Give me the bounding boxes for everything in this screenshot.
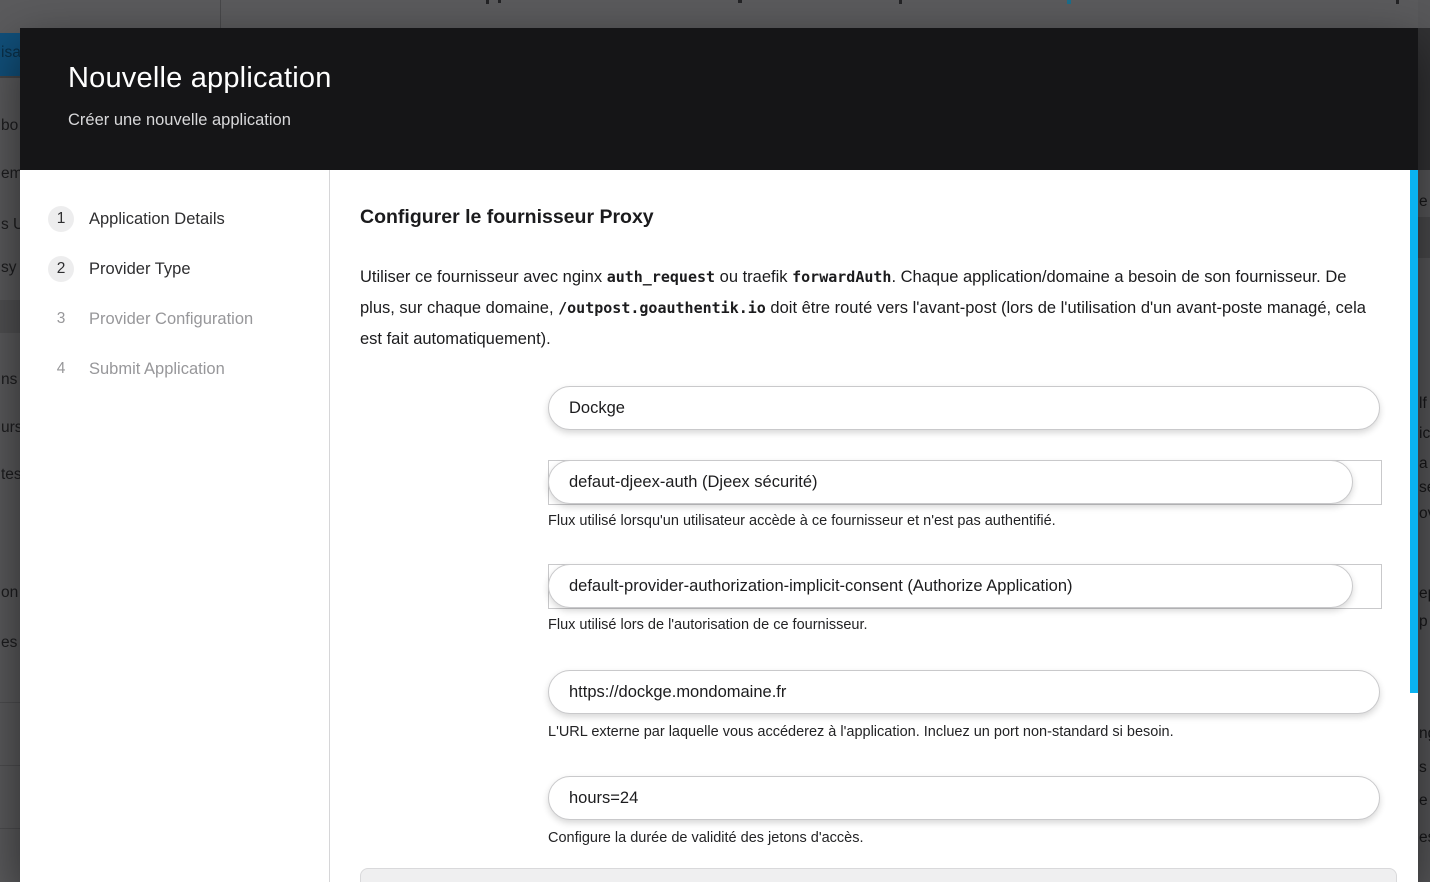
form-group-name xyxy=(548,386,1382,430)
new-application-wizard-modal: Nouvelle application Créer une nouvelle … xyxy=(20,28,1418,882)
authorization-flow-select[interactable] xyxy=(548,564,1382,609)
background-overlay-top xyxy=(0,0,1430,28)
background-divider xyxy=(220,0,221,28)
background-text-fragment: lf xyxy=(1419,395,1427,413)
background-text-fragment: ic xyxy=(1419,425,1430,443)
background-text-fragment xyxy=(1396,0,1399,4)
token-validity-help: Configure la durée de validité des jeton… xyxy=(548,830,1382,847)
code-forward-auth: forwardAuth xyxy=(792,268,891,286)
background-shadow-zone xyxy=(1418,28,1430,170)
background-text-fragment: e y xyxy=(1419,792,1430,810)
modal-body: 1 Application Details 2 Provider Type 3 … xyxy=(20,170,1418,882)
background-text-fragment xyxy=(899,0,902,4)
background-row xyxy=(0,300,20,333)
wizard-step-content: Configurer le fournisseur Proxy Utiliser… xyxy=(360,170,1405,882)
modal-title: Nouvelle application xyxy=(68,62,1390,95)
provider-name-input[interactable] xyxy=(548,386,1380,430)
background-text-fragment: p xyxy=(1419,613,1428,631)
step-number: 2 xyxy=(48,256,74,282)
form-group-external-host: L'URL externe par laquelle vous accédere… xyxy=(548,670,1382,741)
background-divider xyxy=(0,765,20,766)
background-text-fragment: tes xyxy=(1,466,20,484)
form-group-token-validity: Configure la durée de validité des jeton… xyxy=(548,776,1382,847)
wizard-step-application-details[interactable]: 1 Application Details xyxy=(48,194,329,244)
background-text-fragment: es xyxy=(1,634,17,652)
authentication-flow-help: Flux utilisé lorsqu'un utilisateur accèd… xyxy=(548,513,1382,530)
modal-header: Nouvelle application Créer une nouvelle … xyxy=(20,28,1418,170)
form-group-authentication-flow: Flux utilisé lorsqu'un utilisateur accèd… xyxy=(548,460,1382,530)
background-divider xyxy=(0,702,20,703)
code-outpost-path: /outpost.goauthentik.io xyxy=(558,299,766,317)
provider-config-form: Flux utilisé lorsqu'un utilisateur accèd… xyxy=(548,386,1382,847)
background-text-fragment: e r xyxy=(1419,193,1430,211)
external-host-help: L'URL externe par laquelle vous accédere… xyxy=(548,724,1382,741)
background-text-fragment: se xyxy=(1419,479,1430,497)
step-label: Provider Configuration xyxy=(89,310,253,329)
background-text-fragment: ov xyxy=(1419,505,1430,523)
background-text-fragment: s U xyxy=(1,216,20,234)
background-text-fragment: em xyxy=(1,165,20,183)
background-text-fragment: ep xyxy=(1419,585,1430,603)
background-overlay-right: e r lf ic a se ov ep p ng s l e y es xyxy=(1418,0,1430,882)
modal-scrollbar-thumb[interactable] xyxy=(1410,170,1418,693)
authentication-flow-value[interactable] xyxy=(548,460,1353,504)
background-text-fragment xyxy=(486,0,489,4)
step-label: Submit Application xyxy=(89,360,225,379)
background-text-fragment xyxy=(498,0,501,3)
code-auth-request: auth_request xyxy=(607,268,715,286)
background-text-fragment: on xyxy=(1,584,18,602)
background-row xyxy=(1418,217,1430,258)
background-selected-nav-item: isa xyxy=(0,33,20,76)
background-text-fragment: sy xyxy=(1,259,17,277)
background-text-fragment xyxy=(738,0,742,3)
wizard-step-submit-application[interactable]: 4 Submit Application xyxy=(48,344,329,394)
external-host-input[interactable] xyxy=(548,670,1380,714)
background-text-fragment: isa xyxy=(1,44,20,62)
background-divider xyxy=(0,76,20,78)
provider-intro-text: Utiliser ce fournisseur avec nginx auth_… xyxy=(360,262,1382,355)
token-validity-input[interactable] xyxy=(548,776,1380,820)
modal-subtitle: Créer une nouvelle application xyxy=(68,111,1390,130)
wizard-steps-nav: 1 Application Details 2 Provider Type 3 … xyxy=(20,170,330,882)
background-text-fragment: urs xyxy=(1,419,20,437)
step-number: 4 xyxy=(48,356,74,382)
background-text-fragment: bo xyxy=(1,117,18,135)
next-form-section-edge xyxy=(360,868,1397,882)
authorization-flow-help: Flux utilisé lors de l'autorisation de c… xyxy=(548,617,1382,634)
background-text-fragment: s l xyxy=(1419,759,1430,777)
background-text-fragment xyxy=(1067,0,1071,4)
background-overlay-left: isa bo em s U sy ns urs tes on es xyxy=(0,28,20,882)
step-label: Application Details xyxy=(89,210,225,229)
background-divider xyxy=(0,828,20,829)
background-text-fragment: ns xyxy=(1,371,17,389)
page-title: Configurer le fournisseur Proxy xyxy=(360,206,1405,229)
background-text-fragment: a xyxy=(1419,455,1428,473)
step-number: 3 xyxy=(48,306,74,332)
authentication-flow-select[interactable] xyxy=(548,460,1382,505)
background-text-fragment: ng xyxy=(1419,725,1430,743)
wizard-step-provider-configuration[interactable]: 3 Provider Configuration xyxy=(48,294,329,344)
step-number: 1 xyxy=(48,206,74,232)
step-label: Provider Type xyxy=(89,260,191,279)
wizard-step-provider-type[interactable]: 2 Provider Type xyxy=(48,244,329,294)
background-text-fragment: es xyxy=(1419,829,1430,847)
form-group-authorization-flow: Flux utilisé lors de l'autorisation de c… xyxy=(548,564,1382,634)
authorization-flow-value[interactable] xyxy=(548,564,1353,608)
